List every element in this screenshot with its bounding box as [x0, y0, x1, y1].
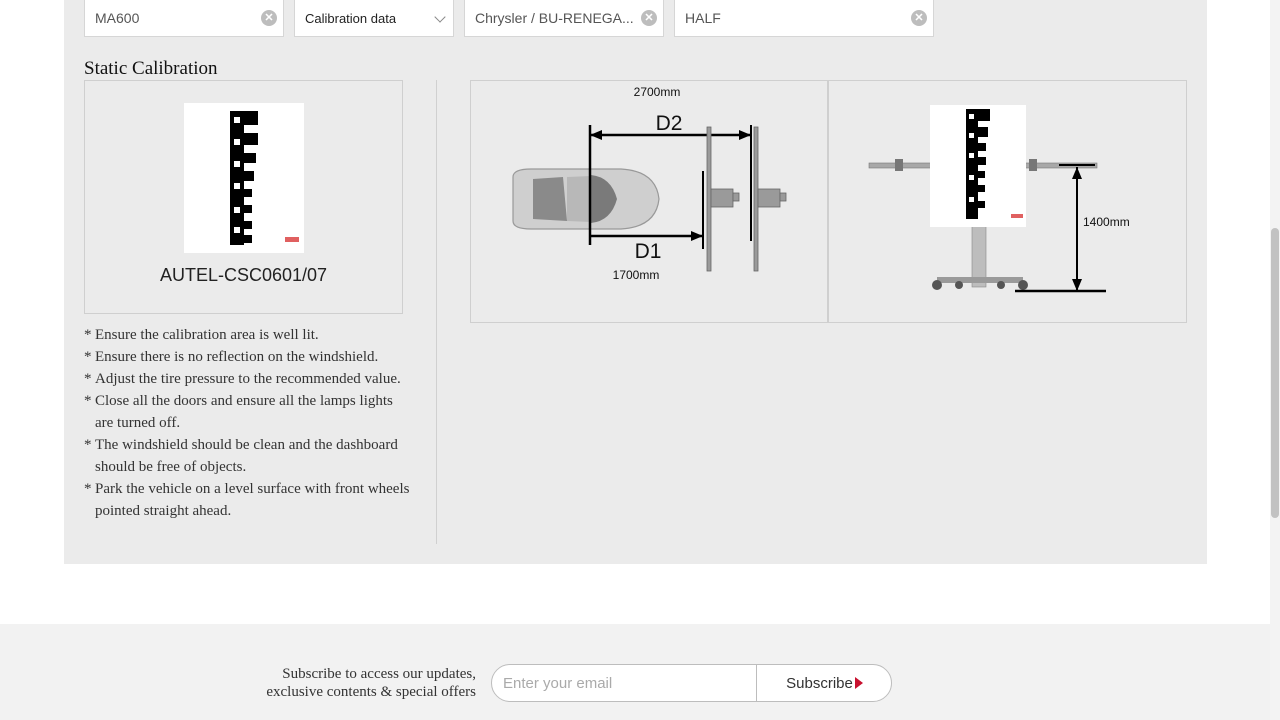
list-item: Ensure the calibration area is well lit. — [84, 324, 414, 346]
product-value: MA600 — [95, 10, 140, 26]
subscribe-text: Subscribe to access our updates, exclusi… — [266, 665, 476, 701]
footer-subscribe: Subscribe to access our updates, exclusi… — [0, 624, 1270, 720]
target-code: AUTEL-CSC0601/07 — [159, 265, 328, 285]
system-field[interactable]: HALF ✕ — [674, 0, 934, 37]
list-item: Park the vehicle on a level surface with… — [84, 478, 414, 522]
list-item: Close all the doors and ensure all the l… — [84, 390, 414, 434]
subscribe-form: Subscribe — [491, 664, 892, 702]
subscribe-text-line2: exclusive contents & special offers — [266, 684, 476, 700]
d1-label: D1 — [635, 240, 662, 263]
play-arrow-icon — [854, 677, 863, 689]
data-type-value: Calibration data — [305, 10, 397, 26]
list-item: The windshield should be clean and the d… — [84, 434, 414, 478]
clear-vehicle-icon[interactable]: ✕ — [641, 10, 657, 26]
product-field[interactable]: MA600 ✕ — [84, 0, 284, 37]
section-title: Static Calibration — [84, 58, 218, 79]
email-input[interactable] — [492, 665, 756, 701]
vehicle-value: Chrysler / BU-RENEGA... — [475, 10, 634, 26]
side-view-diagram: 1400mm — [828, 80, 1187, 323]
subscribe-button-label: Subscribe — [786, 674, 853, 692]
d2-value: 2700mm — [634, 85, 681, 99]
list-item: Ensure there is no reflection on the win… — [84, 346, 414, 368]
top-view-diagram: 2700mm D2 D1 1700mm — [470, 80, 828, 323]
clear-product-icon[interactable]: ✕ — [261, 10, 277, 26]
target-box: AUTEL-CSC0601/07 — [84, 80, 403, 314]
system-value: HALF — [685, 10, 721, 26]
d1-value: 1700mm — [613, 268, 660, 282]
chevron-down-icon — [434, 11, 446, 23]
column-divider — [436, 80, 437, 544]
subscribe-button[interactable]: Subscribe — [756, 665, 891, 701]
scrollbar-thumb[interactable] — [1271, 228, 1279, 518]
subscribe-text-line1: Subscribe to access our updates, — [282, 666, 476, 682]
d2-label: D2 — [656, 112, 683, 135]
calibration-frame-near — [706, 126, 740, 272]
instructions-list: Ensure the calibration area is well lit.… — [84, 324, 414, 522]
calibration-frame-far — [753, 126, 787, 272]
data-type-select[interactable]: Calibration data — [294, 0, 454, 37]
height-value: 1400mm — [1083, 215, 1130, 229]
calibration-stand-image — [868, 105, 1098, 290]
vehicle-field[interactable]: Chrysler / BU-RENEGA... ✕ — [464, 0, 664, 37]
target-pattern-image — [184, 103, 304, 253]
clear-system-icon[interactable]: ✕ — [911, 10, 927, 26]
list-item: Adjust the tire pressure to the recommen… — [84, 368, 414, 390]
car-image — [512, 168, 660, 230]
